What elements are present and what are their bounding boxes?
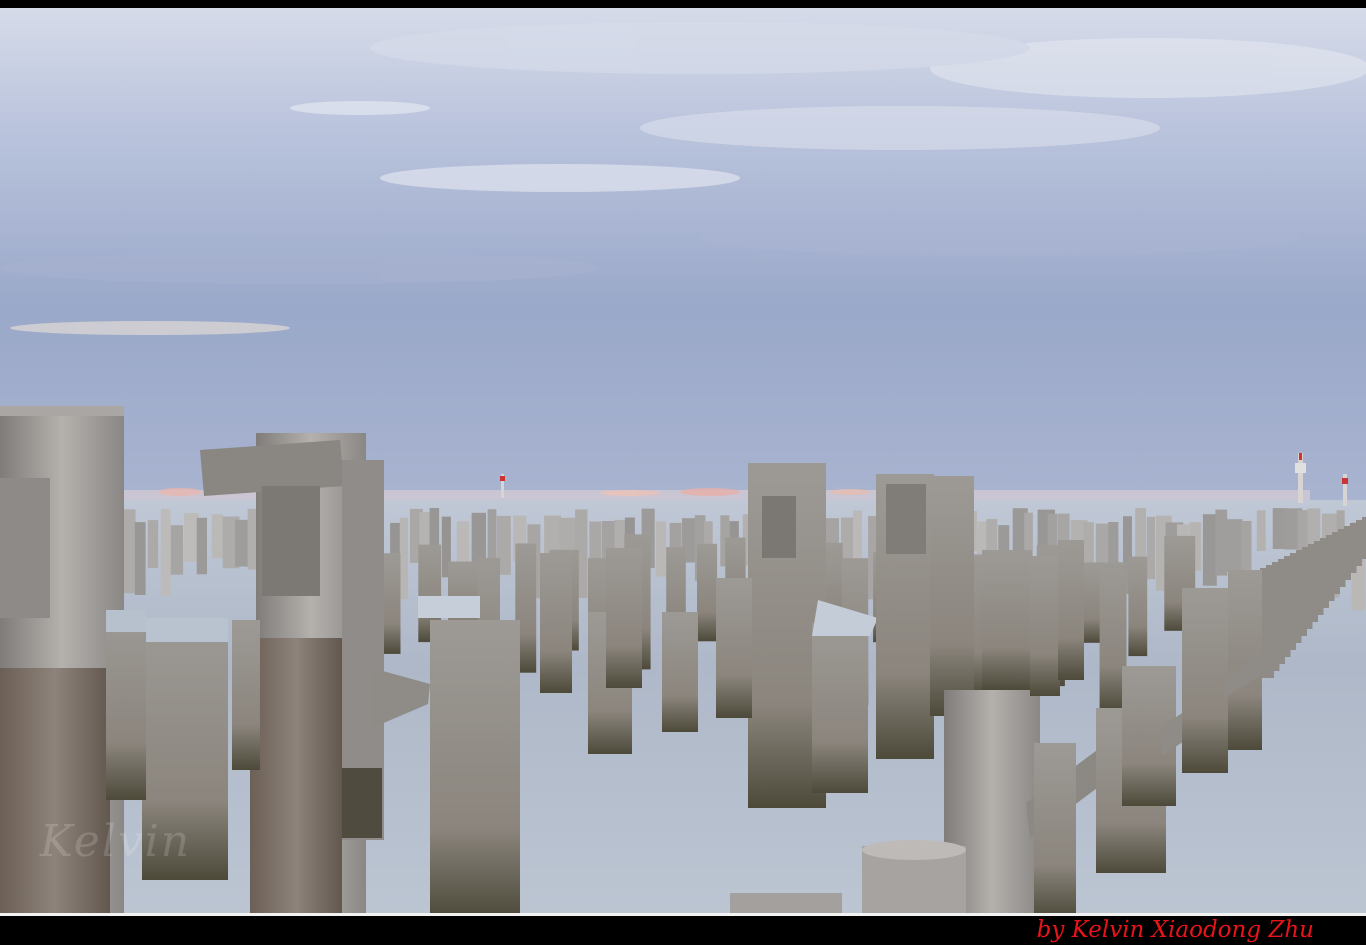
receding-piling: [1350, 523, 1357, 573]
middle-piling: [697, 543, 718, 642]
receding-piling: [1362, 517, 1366, 559]
pier-pilings-photo: Kelvin: [0, 8, 1366, 913]
receding-piling: [1356, 520, 1362, 566]
photo-canvas: [0, 8, 1366, 913]
distant-piling: [1095, 523, 1109, 569]
distant-piling: [487, 509, 497, 559]
distant-piling: [196, 517, 207, 575]
distant-piling: [134, 522, 146, 595]
distant-piling: [247, 508, 257, 570]
distant-piling: [147, 520, 159, 568]
distant-piling: [160, 508, 171, 596]
distant-piling: [122, 509, 136, 594]
distant-piling: [1146, 516, 1156, 580]
distant-piling: [655, 521, 667, 577]
distant-piling: [1224, 519, 1243, 572]
distant-piling: [211, 514, 224, 559]
watermark-signature: Kelvin: [40, 816, 192, 867]
photo-credit: by Kelvin Xiaodong Zhu: [1036, 917, 1314, 943]
distant-piling: [170, 525, 184, 575]
distant-piling: [1256, 510, 1266, 551]
distant-piling: [1202, 514, 1217, 586]
middle-piling: [1128, 556, 1148, 657]
distant-piling: [184, 513, 199, 562]
receding-piling: [1344, 526, 1351, 580]
top-border: [0, 0, 1366, 8]
distant-piling: [399, 517, 408, 600]
footer-bar: by Kelvin Xiaodong Zhu: [0, 916, 1366, 945]
